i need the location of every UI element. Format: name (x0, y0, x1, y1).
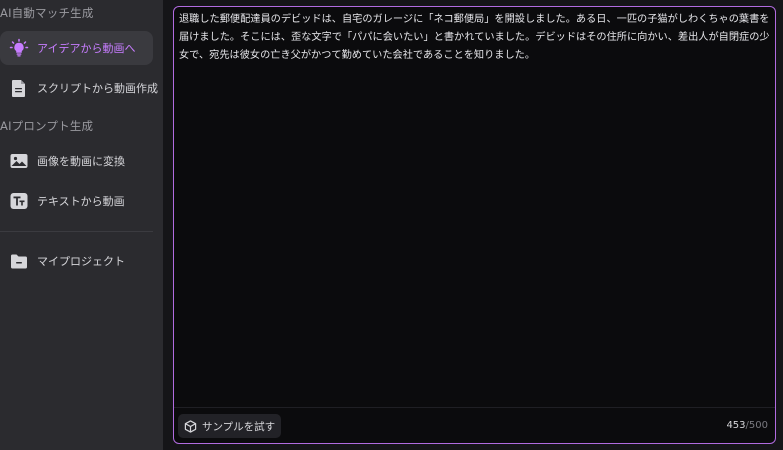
sidebar-item-label: 画像を動画に変換 (37, 155, 125, 168)
section-title-ai-prompt: AIプロンプト生成 (0, 119, 94, 133)
try-sample-label: サンプルを試す (202, 420, 276, 433)
section-title-auto-match: AI自動マッチ生成 (0, 6, 94, 20)
app-window: AI自動マッチ生成 アイデアから動画へ スクリプトから動画作成 AIプロンプト生… (0, 0, 783, 450)
image-icon (9, 151, 29, 171)
main-content: 退職した郵便配達員のデビッドは、自宅のガレージに「ネコ郵便局」を開設しました。あ… (163, 0, 783, 450)
character-counter: 453/500 (726, 420, 768, 431)
sidebar-item-text-to-video[interactable]: テキストから動画 (0, 184, 153, 218)
sidebar-item-label: アイデアから動画へ (37, 42, 136, 55)
sidebar-item-label: テキストから動画 (37, 195, 125, 208)
idea-textarea[interactable]: 退職した郵便配達員のデビッドは、自宅のガレージに「ネコ郵便局」を開設しました。あ… (179, 11, 773, 65)
folder-icon (9, 251, 29, 271)
try-sample-button[interactable]: サンプルを試す (178, 414, 282, 438)
sidebar-item-label: マイプロジェクト (37, 255, 125, 268)
editor-footer: サンプルを試す 453/500 (174, 407, 775, 443)
text-icon (9, 191, 29, 211)
character-count: 453 (726, 420, 746, 431)
lightbulb-icon (9, 38, 29, 58)
character-max: /500 (745, 420, 768, 431)
sidebar: AI自動マッチ生成 アイデアから動画へ スクリプトから動画作成 AIプロンプト生… (0, 0, 163, 450)
sidebar-item-label: スクリプトから動画作成 (37, 82, 158, 95)
document-icon (9, 78, 29, 98)
cube-icon (184, 419, 197, 433)
sidebar-divider (0, 231, 153, 232)
sidebar-item-idea-to-video[interactable]: アイデアから動画へ (0, 31, 153, 65)
sidebar-item-script-to-video[interactable]: スクリプトから動画作成 (0, 71, 158, 105)
sidebar-item-my-projects[interactable]: マイプロジェクト (0, 244, 153, 278)
idea-editor[interactable]: 退職した郵便配達員のデビッドは、自宅のガレージに「ネコ郵便局」を開設しました。あ… (173, 6, 776, 444)
sidebar-item-image-to-video[interactable]: 画像を動画に変換 (0, 144, 153, 178)
